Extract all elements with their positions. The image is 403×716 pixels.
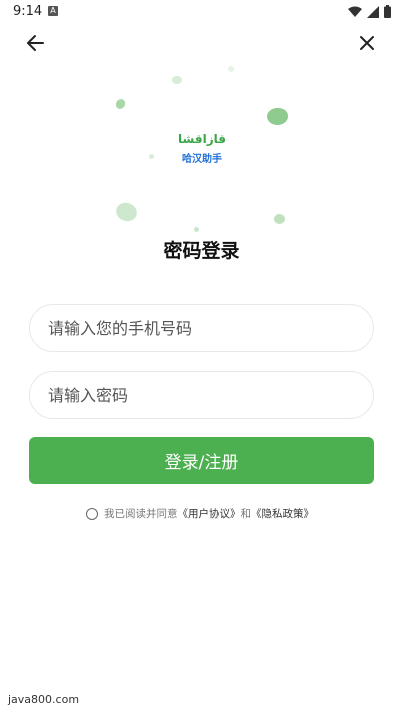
logo-kazakh-text: قازاقشا bbox=[178, 132, 226, 146]
login-page: 9:14 A قازاقشا 哈汉助手 密码登录 请输入您的手机号码 登录/注册… bbox=[0, 0, 403, 716]
decor-blob bbox=[113, 199, 140, 225]
watermark: java800.com bbox=[8, 693, 80, 706]
page-title: 密码登录 bbox=[163, 240, 240, 262]
decor-blob bbox=[172, 76, 182, 84]
agree-radio[interactable] bbox=[86, 507, 98, 520]
app-logo: قازاقشا 哈汉助手 bbox=[164, 118, 240, 186]
decor-blob bbox=[114, 97, 127, 111]
phone-input[interactable] bbox=[29, 304, 374, 352]
wifi-icon bbox=[348, 6, 362, 18]
user-agreement-link[interactable]: 《用户协议》 bbox=[178, 506, 241, 521]
decor-blob bbox=[274, 214, 285, 224]
signal-icon bbox=[367, 5, 379, 18]
back-button[interactable] bbox=[24, 31, 48, 55]
agreement-and: 和 bbox=[240, 508, 252, 520]
battery-icon bbox=[384, 5, 391, 18]
status-time: 9:14 bbox=[13, 4, 43, 19]
decor-blob bbox=[267, 108, 288, 125]
agreement-row: 我已阅读并同意 《用户协议》 和 《隐私政策》 bbox=[86, 506, 314, 521]
close-button[interactable] bbox=[355, 31, 379, 55]
decor-blob bbox=[228, 66, 234, 72]
password-input[interactable] bbox=[29, 371, 374, 419]
privacy-policy-link[interactable]: 《隐私政策》 bbox=[251, 506, 314, 521]
status-bar: 9:14 A bbox=[0, 0, 403, 24]
agreement-prefix: 我已阅读并同意 bbox=[104, 508, 178, 520]
close-icon bbox=[360, 36, 374, 50]
decor-blob bbox=[149, 154, 154, 159]
arrow-left-icon bbox=[27, 35, 44, 51]
logo-chinese-text: 哈汉助手 bbox=[182, 154, 222, 165]
login-register-button[interactable]: 登录/注册 bbox=[29, 437, 374, 484]
status-icons bbox=[348, 5, 391, 18]
a-icon: A bbox=[48, 6, 58, 16]
decor-blob bbox=[194, 227, 199, 232]
